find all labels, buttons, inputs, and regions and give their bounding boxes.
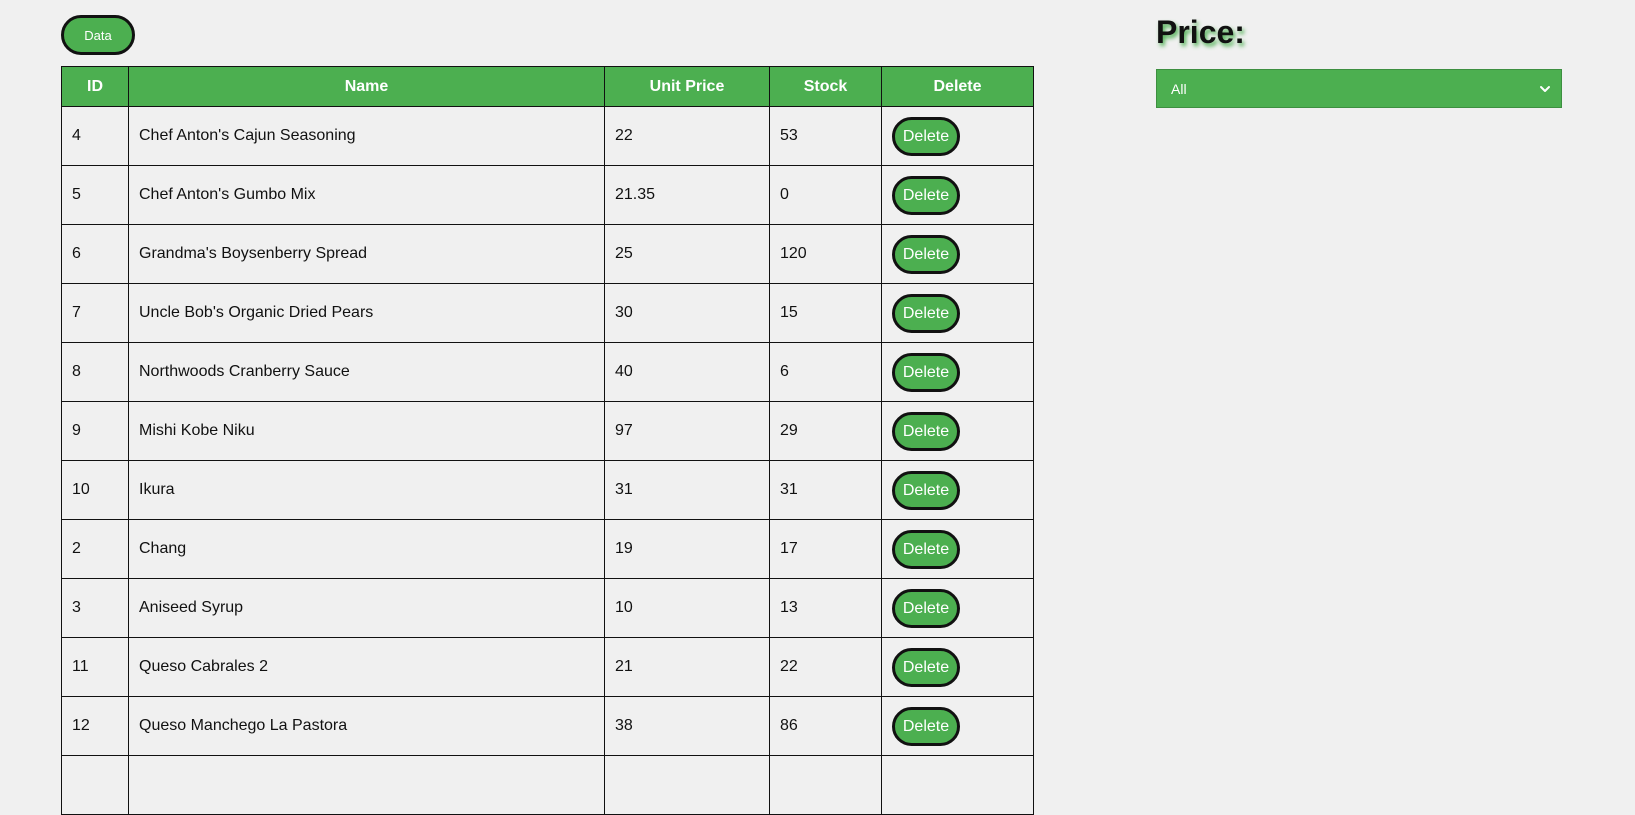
- delete-button[interactable]: Delete: [892, 588, 960, 628]
- cell-delete: Delete: [881, 283, 1034, 343]
- table-row: 5 Chef Anton's Gumbo Mix 21.35 0 Delete: [61, 165, 1034, 225]
- table-row: 7 Uncle Bob's Organic Dried Pears 30 15 Dele…: [61, 283, 1034, 343]
- cell-id: 6: [61, 224, 129, 284]
- cell-name: Queso Cabrales 2: [128, 637, 605, 697]
- cell-unit-price: 22: [604, 106, 770, 166]
- cell-unit-price: 38: [604, 696, 770, 756]
- cell-id: 5: [61, 165, 129, 225]
- table-row: 11 Queso Cabrales 2 21 22 Delete: [61, 637, 1034, 697]
- cell-id: 4: [61, 106, 129, 166]
- cell-name: Ikura: [128, 460, 605, 520]
- price-filter-selected-value: All: [1171, 80, 1187, 97]
- price-filter-select[interactable]: All: [1156, 69, 1562, 108]
- cell-id: [61, 755, 129, 815]
- delete-button[interactable]: Delete: [892, 234, 960, 274]
- cell-unit-price: 25: [604, 224, 770, 284]
- table-row: 8 Northwoods Cranberry Sauce 40 6 Delete: [61, 342, 1034, 402]
- cell-name: Chang: [128, 519, 605, 579]
- delete-button[interactable]: Delete: [892, 116, 960, 156]
- cell-id: 11: [61, 637, 129, 697]
- cell-name: Uncle Bob's Organic Dried Pears: [128, 283, 605, 343]
- cell-id: 12: [61, 696, 129, 756]
- column-header-id: ID: [61, 66, 129, 107]
- delete-button[interactable]: Delete: [892, 293, 960, 333]
- table-row: 12 Queso Manchego La Pastora 38 86 Delete: [61, 696, 1034, 756]
- cell-id: 7: [61, 283, 129, 343]
- cell-id: 10: [61, 460, 129, 520]
- delete-button[interactable]: Delete: [892, 706, 960, 746]
- cell-name: Aniseed Syrup: [128, 578, 605, 638]
- table-header-row: ID Name Unit Price Stock Delete: [61, 66, 1034, 107]
- cell-stock: 31: [769, 460, 882, 520]
- cell-stock: 17: [769, 519, 882, 579]
- table-row: 6 Grandma's Boysenberry Spread 25 120 Delete: [61, 224, 1034, 284]
- cell-delete: Delete: [881, 165, 1034, 225]
- delete-button[interactable]: Delete: [892, 411, 960, 451]
- cell-name: Queso Manchego La Pastora: [128, 696, 605, 756]
- cell-id: 9: [61, 401, 129, 461]
- table-row: [61, 755, 1034, 815]
- table-body: 4 Chef Anton's Cajun Seasoning 22 53 Delete 5…: [61, 106, 1034, 815]
- cell-stock: 0: [769, 165, 882, 225]
- cell-delete: Delete: [881, 578, 1034, 638]
- price-filter-title: Price:: [1156, 14, 1245, 50]
- cell-id: 8: [61, 342, 129, 402]
- delete-button[interactable]: Delete: [892, 175, 960, 215]
- table-row: 9 Mishi Kobe Niku 97 29 Delete: [61, 401, 1034, 461]
- column-header-delete: Delete: [881, 66, 1034, 107]
- cell-unit-price: 21.35: [604, 165, 770, 225]
- cell-name: Chef Anton's Gumbo Mix: [128, 165, 605, 225]
- delete-button[interactable]: Delete: [892, 470, 960, 510]
- column-header-unit-price: Unit Price: [604, 66, 770, 107]
- delete-button[interactable]: Delete: [892, 529, 960, 569]
- cell-unit-price: 40: [604, 342, 770, 402]
- cell-delete: Delete: [881, 519, 1034, 579]
- cell-unit-price: 10: [604, 578, 770, 638]
- cell-stock: 13: [769, 578, 882, 638]
- cell-stock: 22: [769, 637, 882, 697]
- delete-button[interactable]: Delete: [892, 352, 960, 392]
- delete-button[interactable]: Delete: [892, 647, 960, 687]
- cell-delete: Delete: [881, 637, 1034, 697]
- cell-name: [128, 755, 605, 815]
- cell-name: Grandma's Boysenberry Spread: [128, 224, 605, 284]
- cell-name: Chef Anton's Cajun Seasoning: [128, 106, 605, 166]
- table-row: 4 Chef Anton's Cajun Seasoning 22 53 Delete: [61, 106, 1034, 166]
- cell-stock: 29: [769, 401, 882, 461]
- cell-unit-price: 97: [604, 401, 770, 461]
- products-table: ID Name Unit Price Stock Delete 4 Chef An…: [61, 66, 1034, 815]
- cell-id: 3: [61, 578, 129, 638]
- data-button[interactable]: Data: [61, 15, 135, 55]
- cell-stock: 6: [769, 342, 882, 402]
- cell-delete: Delete: [881, 342, 1034, 402]
- cell-unit-price: [604, 755, 770, 815]
- cell-stock: 86: [769, 696, 882, 756]
- cell-delete: Delete: [881, 696, 1034, 756]
- cell-stock: 15: [769, 283, 882, 343]
- cell-delete: Delete: [881, 401, 1034, 461]
- table-row: 10 Ikura 31 31 Delete: [61, 460, 1034, 520]
- chevron-down-icon: [1540, 85, 1550, 92]
- cell-delete: Delete: [881, 106, 1034, 166]
- cell-stock: 120: [769, 224, 882, 284]
- cell-id: 2: [61, 519, 129, 579]
- cell-name: Northwoods Cranberry Sauce: [128, 342, 605, 402]
- cell-unit-price: 19: [604, 519, 770, 579]
- cell-stock: 53: [769, 106, 882, 166]
- cell-unit-price: 30: [604, 283, 770, 343]
- cell-delete: Delete: [881, 460, 1034, 520]
- cell-delete: [881, 755, 1034, 815]
- column-header-stock: Stock: [769, 66, 882, 107]
- cell-stock: [769, 755, 882, 815]
- cell-name: Mishi Kobe Niku: [128, 401, 605, 461]
- cell-unit-price: 31: [604, 460, 770, 520]
- cell-delete: Delete: [881, 224, 1034, 284]
- table-row: 2 Chang 19 17 Delete: [61, 519, 1034, 579]
- table-row: 3 Aniseed Syrup 10 13 Delete: [61, 578, 1034, 638]
- cell-unit-price: 21: [604, 637, 770, 697]
- column-header-name: Name: [128, 66, 605, 107]
